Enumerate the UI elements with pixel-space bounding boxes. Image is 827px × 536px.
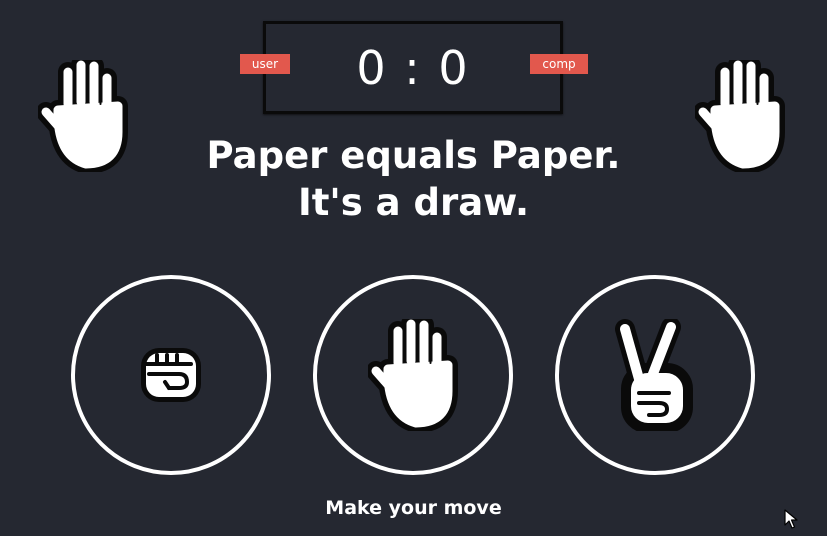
fist-icon xyxy=(141,348,201,402)
comp-score-label: comp xyxy=(530,54,588,74)
user-score-label: user xyxy=(240,54,290,74)
result-message: Paper equals Paper. xyxy=(206,134,621,177)
scissors-button[interactable] xyxy=(555,275,755,475)
scoreboard: 0 : 0 xyxy=(263,21,563,114)
scissors-hand-icon xyxy=(615,319,693,431)
instruction-text: Make your move xyxy=(325,497,502,519)
score-display: 0 : 0 xyxy=(356,41,470,95)
paper-hand-icon xyxy=(368,319,458,431)
paper-button[interactable] xyxy=(313,275,513,475)
mouse-cursor-icon xyxy=(784,509,798,533)
rock-button[interactable] xyxy=(71,275,271,475)
result-verdict: It's a draw. xyxy=(297,181,530,224)
